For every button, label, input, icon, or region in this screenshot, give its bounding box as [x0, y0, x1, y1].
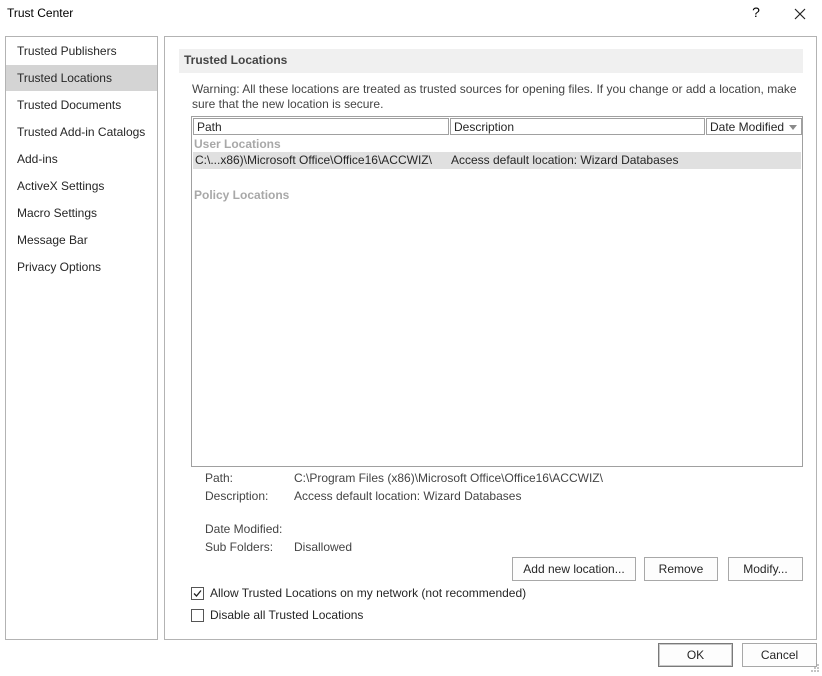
checkmark-icon	[193, 590, 202, 597]
sidebar-item-trusted-documents[interactable]: Trusted Documents	[6, 92, 157, 118]
warning-text: Warning: All these locations are treated…	[192, 82, 797, 111]
add-new-location-button[interactable]: Add new location...	[512, 557, 636, 581]
detail-path-label: Path:	[205, 471, 234, 485]
column-header-description[interactable]: Description	[450, 118, 705, 135]
disable-all-checkbox[interactable]	[191, 609, 204, 622]
detail-sub-folders-value: Disallowed	[294, 540, 353, 554]
row-description: Access default location: Wizard Database…	[451, 153, 679, 167]
window-title: Trust Center	[7, 6, 74, 20]
column-header-date-modified[interactable]: Date Modified	[706, 118, 802, 135]
allow-network-checkbox[interactable]	[191, 587, 204, 600]
sidebar-item-activex-settings[interactable]: ActiveX Settings	[6, 173, 157, 199]
detail-path-value: C:\Program Files (x86)\Microsoft Office\…	[294, 471, 603, 485]
sidebar: Trusted Publishers Trusted Locations Tru…	[5, 36, 158, 640]
remove-button[interactable]: Remove	[644, 557, 718, 581]
close-icon[interactable]	[788, 2, 812, 26]
detail-date-modified-label: Date Modified:	[205, 522, 283, 536]
row-path: C:\...x86)\Microsoft Office\Office16\ACC…	[195, 153, 432, 167]
sidebar-item-message-bar[interactable]: Message Bar	[6, 227, 157, 253]
column-header-date-modified-label: Date Modified	[710, 120, 785, 134]
sidebar-item-privacy-options[interactable]: Privacy Options	[6, 254, 157, 280]
help-icon[interactable]: ?	[748, 4, 764, 22]
sort-down-icon	[789, 125, 797, 130]
group-label-user-locations: User Locations	[194, 137, 281, 151]
sidebar-item-trusted-publishers[interactable]: Trusted Publishers	[6, 38, 157, 64]
detail-description-label: Description:	[205, 489, 269, 503]
allow-network-label[interactable]: Allow Trusted Locations on my network (n…	[210, 586, 526, 600]
section-title: Trusted Locations	[179, 49, 803, 73]
cancel-button[interactable]: Cancel	[742, 643, 817, 667]
detail-sub-folders-label: Sub Folders:	[205, 540, 274, 554]
column-header-path[interactable]: Path	[193, 118, 449, 135]
sidebar-item-trusted-locations[interactable]: Trusted Locations	[6, 65, 157, 91]
sidebar-item-macro-settings[interactable]: Macro Settings	[6, 200, 157, 226]
disable-all-label[interactable]: Disable all Trusted Locations	[210, 608, 363, 622]
sidebar-item-trusted-add-in-catalogs[interactable]: Trusted Add-in Catalogs	[6, 119, 157, 145]
group-label-policy-locations: Policy Locations	[194, 188, 290, 202]
resize-grip-icon[interactable]	[810, 662, 820, 672]
table-row[interactable]: C:\...x86)\Microsoft Office\Office16\ACC…	[193, 152, 801, 169]
detail-description-value: Access default location: Wizard Database…	[294, 489, 522, 503]
trusted-locations-list[interactable]: Path Description Date Modified User Loca…	[191, 116, 803, 467]
sidebar-item-add-ins[interactable]: Add-ins	[6, 146, 157, 172]
modify-button[interactable]: Modify...	[728, 557, 803, 581]
ok-button[interactable]: OK	[658, 643, 733, 667]
